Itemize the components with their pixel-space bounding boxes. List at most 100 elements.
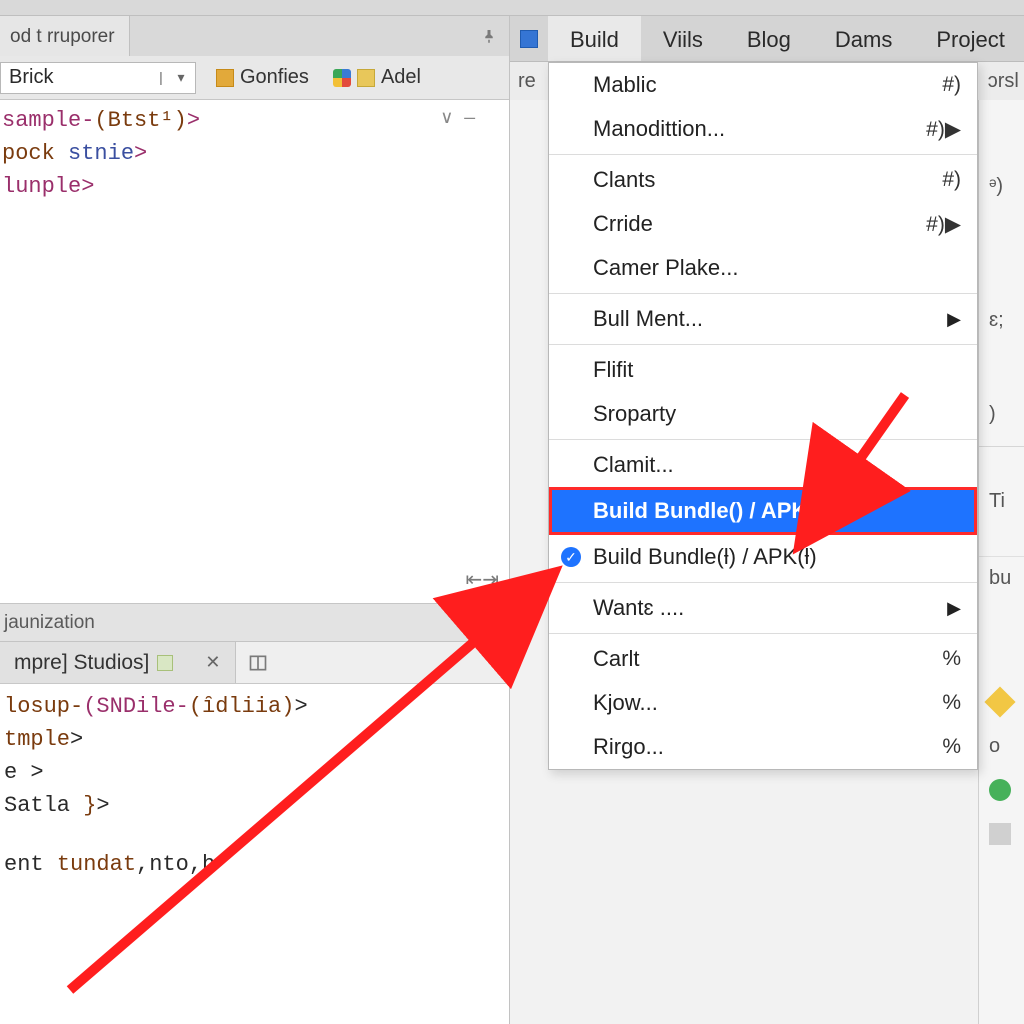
code-token: stnie: [68, 141, 134, 166]
block-icon: [989, 823, 1011, 845]
wrap-icon[interactable]: ⇤⇥: [465, 567, 499, 597]
menu-blog[interactable]: Blog: [725, 16, 813, 61]
code-token: losup-: [4, 694, 83, 719]
code-token: >: [81, 174, 94, 199]
code-token: >: [70, 727, 83, 752]
menu-item-flifit[interactable]: Flifit: [549, 348, 977, 392]
menu-item-camer-plake[interactable]: Camer Plake...: [549, 246, 977, 290]
code-token: lunple: [2, 174, 81, 199]
lower-tab-studios[interactable]: mpre] Studios] ✕: [0, 642, 236, 683]
menu-item-build-bundle-apk[interactable]: Build Bundle() / APK()): [549, 487, 977, 535]
tab-badge-icon: [157, 655, 173, 671]
menu-item-label: Camer Plake...: [593, 255, 739, 281]
menu-separator: [549, 439, 977, 440]
check-icon: ✓: [561, 547, 581, 567]
right-gutter: ᵊ) ɛ; ) Ti bu o: [978, 100, 1024, 1024]
menu-separator: [549, 633, 977, 634]
menu-separator: [549, 582, 977, 583]
menu-item-clants[interactable]: Clants #): [549, 158, 977, 202]
explorer-tabstrip: od t rruporer: [0, 16, 509, 56]
subbar-right-text: ɔrsl: [988, 70, 1019, 93]
app-top-strip: [0, 0, 1024, 16]
menu-item-shortcut: #)▶: [926, 117, 961, 142]
menu-item-manodittion[interactable]: Manodittion... #)▶: [549, 107, 977, 151]
gutter-text: o: [989, 735, 1000, 758]
search-icon[interactable]: [475, 611, 509, 635]
menu-item-label: Flifit: [593, 357, 633, 383]
code-token: sample-: [2, 108, 94, 133]
right-pane: Build Viils Blog Dams Project re ɔrsl ᵊ)…: [510, 16, 1024, 1024]
menu-item-label: Build Bundle() / APK()): [593, 498, 829, 524]
file-tab-gonfies[interactable]: Gonfies: [204, 56, 321, 100]
menu-item-shortcut: %: [942, 647, 961, 671]
code-token: >: [96, 793, 109, 818]
menu-item-rirgo[interactable]: Rirgo... %: [549, 725, 977, 769]
submenu-arrow-icon: ▶: [947, 598, 961, 619]
menu-item-label: Rirgo...: [593, 734, 664, 760]
menu-item-label: Kjow...: [593, 690, 658, 716]
menu-separator: [549, 293, 977, 294]
menu-icon[interactable]: [510, 16, 548, 61]
code-token: pock: [2, 141, 55, 166]
gutter-text: ): [989, 403, 996, 426]
menu-bar: Build Viils Blog Dams Project: [510, 16, 1024, 62]
lower-panel-title-bar: jaunization: [0, 604, 509, 642]
code-token: Satla: [4, 793, 83, 818]
file-tab-label: Gonfies: [240, 66, 309, 89]
file-tab-adel[interactable]: Adel: [321, 56, 433, 100]
lower-tabs: mpre] Studios] ✕: [0, 642, 509, 684]
pin-icon[interactable]: [469, 16, 509, 56]
code-token: ,nto,h: [136, 852, 215, 877]
code-token: >: [294, 694, 307, 719]
menu-item-label: Crride: [593, 211, 653, 237]
menu-item-sroparty[interactable]: Sroparty: [549, 392, 977, 436]
warning-icon: [984, 686, 1015, 717]
file-tab-label: Adel: [381, 66, 421, 89]
code-token: >: [187, 108, 200, 133]
menu-separator: [549, 154, 977, 155]
project-combo-value: Brick: [9, 66, 53, 89]
editor-top[interactable]: ∨ — sample-(Btst¹)> pock stnie> lunple> …: [0, 100, 509, 604]
menu-item-shortcut: #)▶: [926, 212, 961, 237]
menu-dams[interactable]: Dams: [813, 16, 914, 61]
menu-item-label: Manodittion...: [593, 116, 725, 142]
jigsaw-icon: [333, 69, 351, 87]
menu-item-label: Clamit...: [593, 452, 674, 478]
menu-viils[interactable]: Viils: [641, 16, 725, 61]
code-token: }: [83, 793, 96, 818]
menu-item-label: Mablic: [593, 72, 657, 98]
fold-icon[interactable]: ∨ —: [440, 106, 475, 133]
menu-item-wante[interactable]: Wantɛ .... ▶: [549, 586, 977, 630]
project-combo[interactable]: Brick |▾: [0, 62, 196, 94]
explorer-tab[interactable]: od t rruporer: [0, 16, 130, 56]
menu-item-carlt[interactable]: Carlt %: [549, 637, 977, 681]
close-icon[interactable]: ✕: [205, 652, 220, 673]
code-token: ent: [4, 852, 57, 877]
menu-item-shortcut: #): [942, 168, 961, 192]
code-token: (Btst¹): [94, 108, 186, 133]
success-icon: [989, 779, 1011, 801]
left-pane: od t rruporer Brick |▾ Gonfies Adel ∨ —: [0, 16, 510, 1024]
menu-separator: [549, 344, 977, 345]
code-token: (SNDile-: [83, 694, 189, 719]
submenu-arrow-icon: ▶: [947, 309, 961, 330]
code-token: >: [30, 760, 43, 785]
menu-item-label: Build Bundle(ƚ) / APK(ƚ): [593, 544, 817, 570]
code-token: (ȋdliia): [189, 694, 295, 719]
subbar-left-text: re: [518, 70, 536, 93]
split-icon[interactable]: [236, 642, 280, 683]
menu-project[interactable]: Project: [914, 16, 1024, 61]
menu-item-kjow[interactable]: Kjow... %: [549, 681, 977, 725]
menu-item-bull-ment[interactable]: Bull Ment... ▶: [549, 297, 977, 341]
menu-item-build-bundle-apk-checked[interactable]: ✓ Build Bundle(ƚ) / APK(ƚ): [549, 535, 977, 579]
menu-item-clamit[interactable]: Clamit...: [549, 443, 977, 487]
lower-panel-title: jaunization: [4, 612, 95, 634]
editor-bottom[interactable]: losup-(SNDile-(ȋdliia)> tmple> e > Satla…: [0, 684, 509, 1024]
menu-item-mablic[interactable]: Mablic #): [549, 63, 977, 107]
gutter-label: Ti: [989, 490, 1005, 513]
menu-build[interactable]: Build: [548, 16, 641, 61]
code-token: e: [4, 760, 30, 785]
file-bar: Brick |▾ Gonfies Adel: [0, 56, 509, 100]
code-token: tundat: [57, 852, 136, 877]
menu-item-crride[interactable]: Crride #)▶: [549, 202, 977, 246]
